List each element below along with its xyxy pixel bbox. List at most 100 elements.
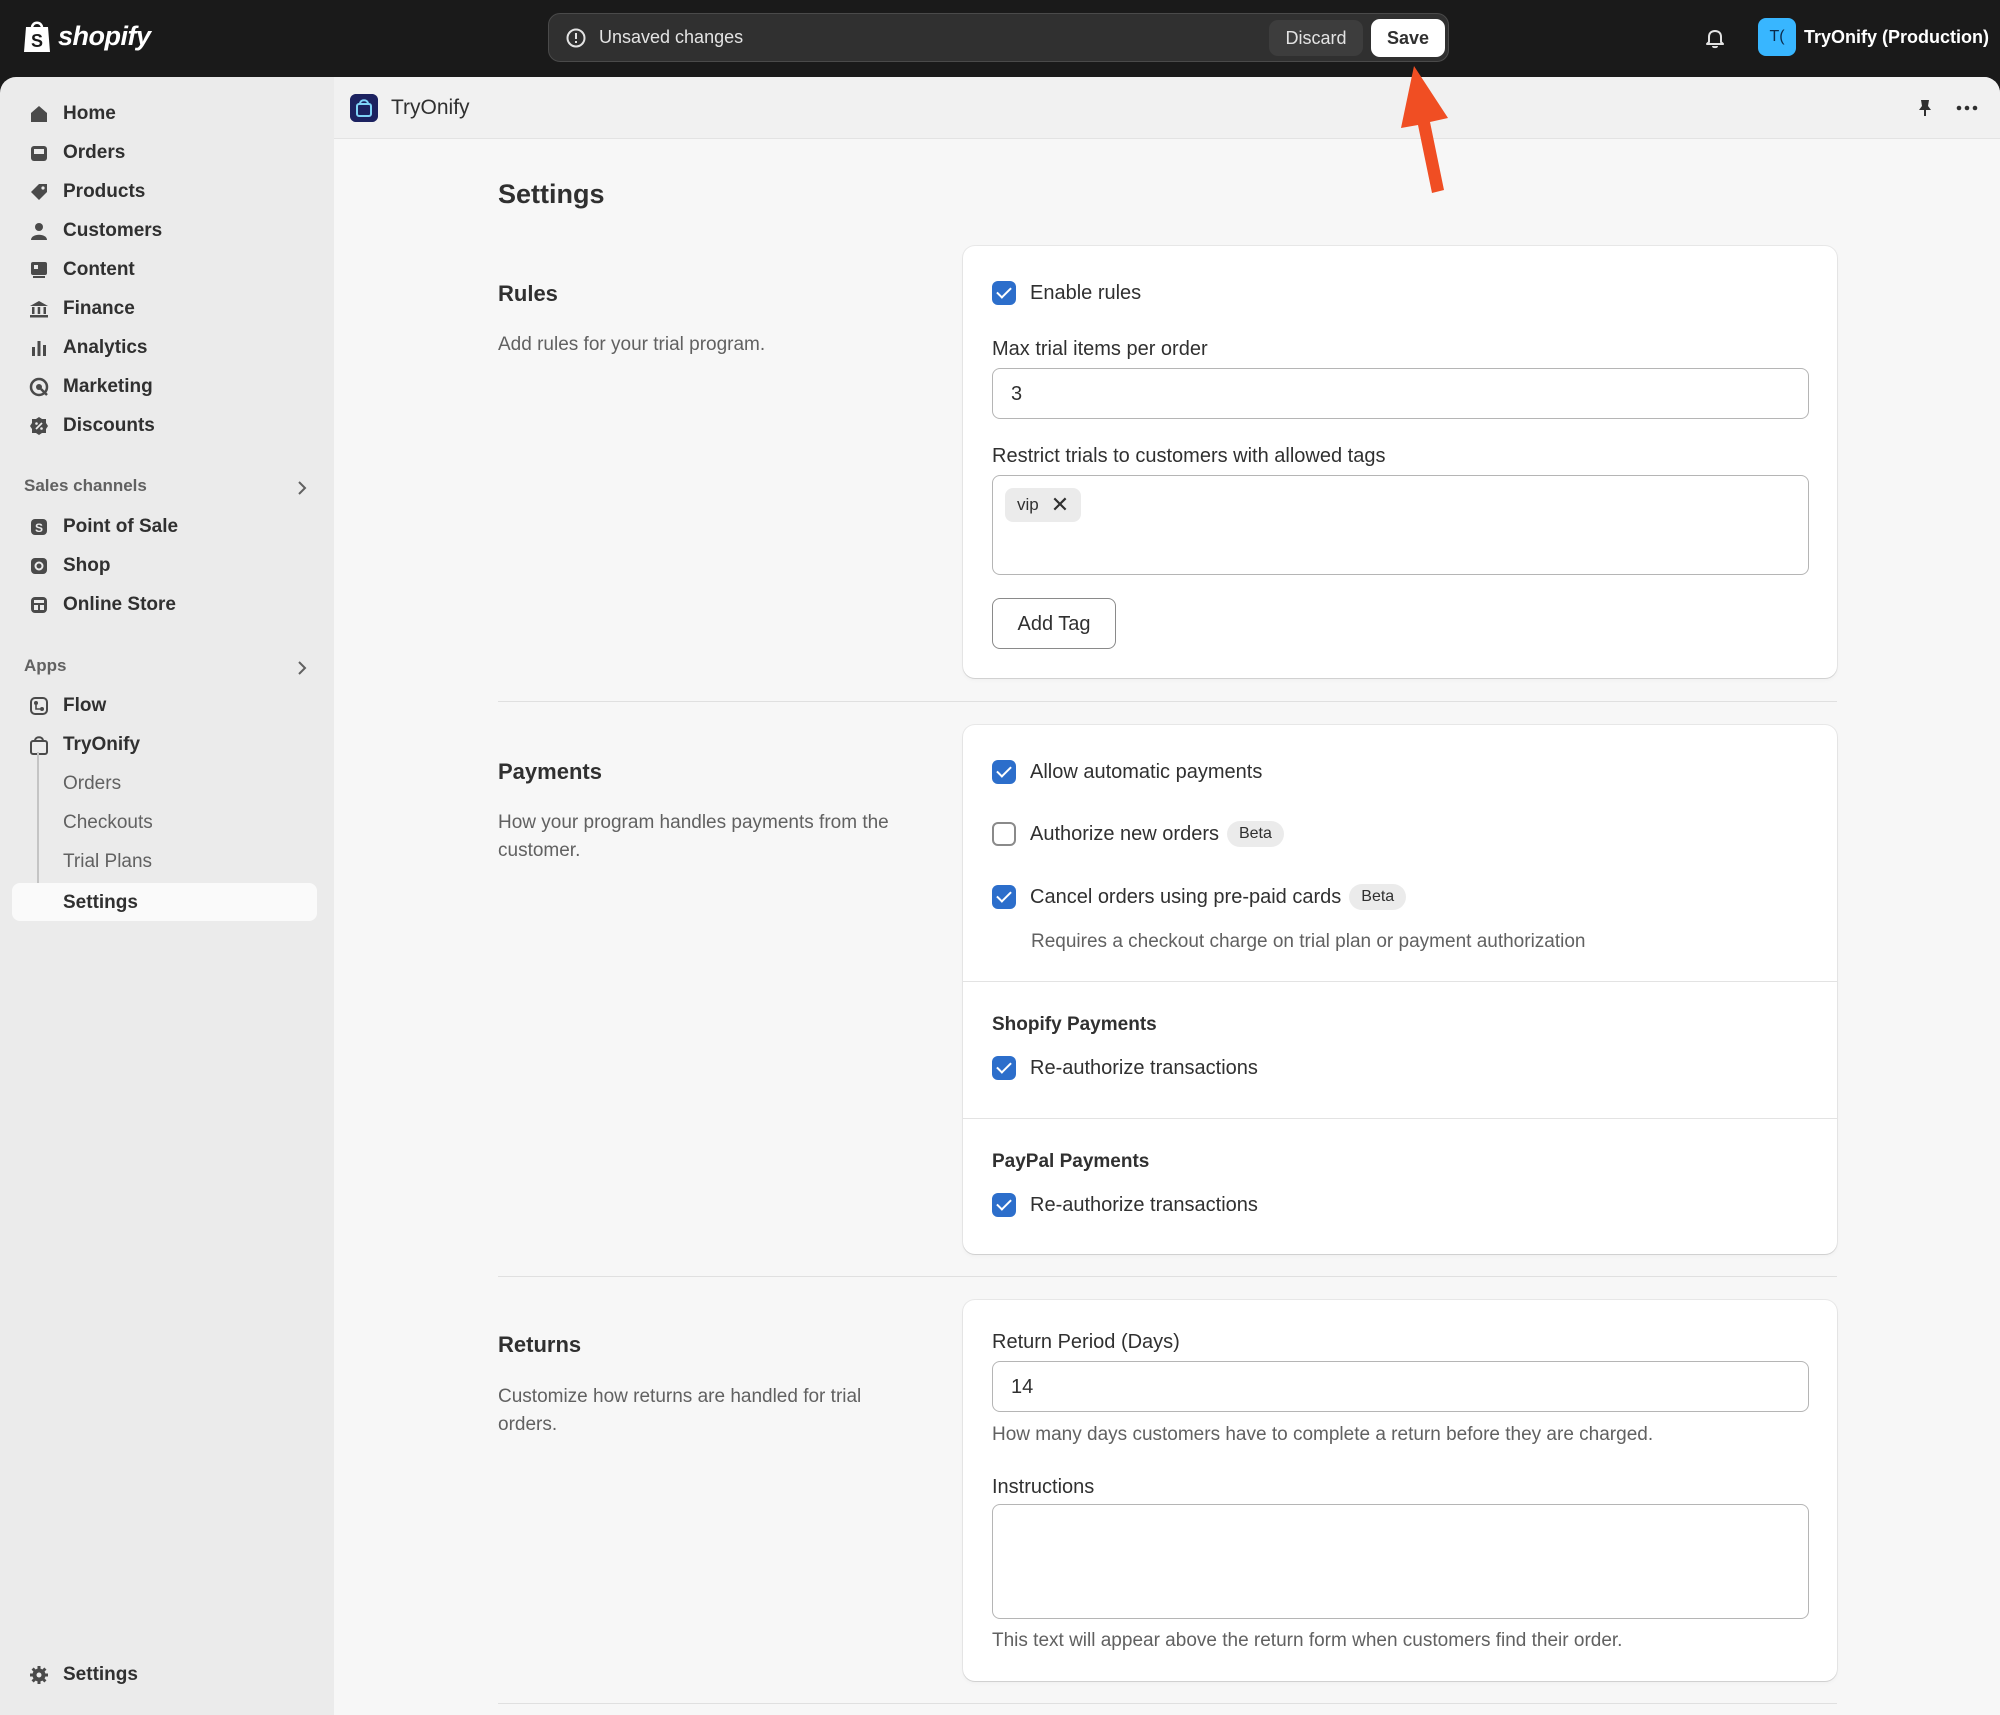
sidebar-subitem-trial-plans[interactable]: Trial Plans [12,842,317,880]
checkbox-label: Cancel orders using pre-paid cards [1030,885,1342,908]
bell-icon[interactable] [1703,26,1727,50]
store-switcher[interactable]: T( TryOnify (Production) [1758,18,1989,56]
cancel-prepaid-checkbox[interactable]: Cancel orders using pre-paid cards Beta [992,884,1407,910]
person-icon [31,223,47,240]
sidebar-item-online-store[interactable]: Online Store [12,585,317,623]
sidebar-item-label: Point of Sale [63,516,179,537]
app-title-bar: TryOnify [334,77,2000,139]
sidebar-item-label: Orders [63,142,126,163]
sidebar-item-label: Checkouts [63,812,153,833]
rules-card: Enable rules Max trial items per order 3… [963,246,1837,678]
annotation-arrow-icon [1401,66,1448,193]
sidebar-item-home[interactable]: Home [12,94,317,132]
main-area: TryOnify Settings Rules Add rules for yo… [334,77,2000,1715]
store-name: TryOnify (Production) [1804,26,1990,47]
sidebar-item-flow[interactable]: Flow [12,686,317,724]
sidebar-item-analytics[interactable]: Analytics [12,328,317,366]
sidebar-subitem-orders[interactable]: Orders [12,764,317,802]
sidebar-item-marketing[interactable]: Marketing [12,367,317,405]
rules-title: Rules [498,281,558,306]
max-items-label: Max trial items per order [992,338,1208,360]
sales-channels-heading[interactable]: Sales channels [24,476,147,496]
max-items-input[interactable]: 3 [992,368,1809,419]
tag-icon [31,184,47,200]
sidebar-item-orders[interactable]: Orders [12,133,317,171]
checkbox-unchecked[interactable] [992,822,1016,846]
enable-rules-checkbox[interactable]: Enable rules [992,281,1141,305]
flow-icon [30,697,48,715]
cancel-help-text: Requires a checkout charge on trial plan… [1031,931,1586,952]
checkbox-checked[interactable] [992,760,1016,784]
allowed-tags-field[interactable]: vip ✕ [992,475,1809,575]
bar-chart-icon [32,341,46,356]
sidebar-item-customers[interactable]: Customers [12,211,317,249]
sidebar-subitem-checkouts[interactable]: Checkouts [12,803,317,841]
sidebar-item-shop[interactable]: Shop [12,546,317,584]
contextual-save-bar: Unsaved changes Discard Save [548,13,1449,62]
save-button[interactable]: Save [1371,19,1445,57]
sidebar-item-point-of-sale[interactable]: S Point of Sale [12,507,317,545]
tryonify-app-icon [350,94,378,122]
discard-button[interactable]: Discard [1269,20,1363,56]
input-value: 3 [1011,383,1023,405]
checkbox-label: Re-authorize transactions [1030,1056,1258,1079]
sidebar-item-label: Finance [63,298,135,319]
remove-tag-icon[interactable]: ✕ [1051,494,1069,516]
sidebar-item-settings[interactable]: Settings [12,1655,317,1693]
sidebar-item-label: TryOnify [63,734,141,755]
section-divider [498,701,1837,702]
checkbox-label: Allow automatic payments [1030,760,1263,783]
sidebar-item-products[interactable]: Products [12,172,317,210]
paypal-reauthorize-checkbox[interactable]: Re-authorize transactions [992,1193,1258,1217]
sidebar-item-label: Home [63,103,116,124]
apps-heading[interactable]: Apps [24,656,67,676]
gear-icon [30,1666,48,1684]
alert-circle-icon [566,28,586,48]
allow-automatic-payments-checkbox[interactable]: Allow automatic payments [992,760,1262,784]
unsaved-changes-text: Unsaved changes [599,27,744,47]
tag-chip: vip ✕ [1005,488,1082,522]
authorize-new-orders-checkbox[interactable]: Authorize new orders Beta [992,821,1284,847]
checkbox-checked[interactable] [992,1193,1016,1217]
chevron-right-icon[interactable] [292,478,312,498]
pos-icon: S [31,519,47,535]
sidebar-item-content[interactable]: Content [12,250,317,288]
pin-icon[interactable] [1914,97,1936,119]
shopify-logo[interactable]: S shopify [22,18,151,54]
paypal-payments-title: PayPal Payments [992,1151,1150,1172]
checkbox-label: Re-authorize transactions [1030,1193,1258,1216]
return-period-label: Return Period (Days) [992,1331,1180,1353]
sidebar-subitem-settings[interactable]: Settings [12,883,317,921]
sidebar-item-label: Settings [63,1664,138,1685]
app-title: TryOnify [391,96,470,119]
svg-text:S: S [35,521,43,535]
checkbox-checked[interactable] [992,1056,1016,1080]
payments-card: Allow automatic payments Authorize new o… [963,725,1837,1254]
instructions-textarea[interactable] [992,1504,1809,1619]
sidebar-item-discounts[interactable]: Discounts [12,406,317,444]
sidebar-item-label: Trial Plans [63,851,153,872]
discount-icon [30,417,48,435]
sidebar-item-finance[interactable]: Finance [12,289,317,327]
shopify-reauthorize-checkbox[interactable]: Re-authorize transactions [992,1056,1258,1080]
sidebar-item-label: Analytics [63,337,148,358]
instructions-help: This text will appear above the return f… [992,1630,1623,1651]
sidebar-item-label: Content [63,259,135,280]
content-icon [31,262,47,278]
checkbox-checked[interactable] [992,281,1016,305]
returns-title: Returns [498,1332,582,1357]
checkbox-checked[interactable] [992,885,1016,909]
add-tag-button[interactable]: Add Tag [992,598,1116,649]
payments-title: Payments [498,759,602,784]
return-period-input[interactable]: 14 [992,1361,1809,1412]
returns-description: Customize how returns are handled for tr… [498,1386,862,1435]
sidebar-item-label: Customers [63,220,163,241]
beta-badge: Beta [1226,821,1284,847]
more-horizontal-icon[interactable] [1954,97,1980,119]
sidebar-item-tryonify[interactable]: TryOnify [12,725,317,763]
returns-card: Return Period (Days) 14 How many days cu… [963,1300,1837,1681]
shopify-bag-icon: S [24,21,50,52]
input-value: 14 [1011,1376,1034,1398]
chevron-right-icon[interactable] [292,658,312,678]
beta-badge: Beta [1349,884,1407,910]
